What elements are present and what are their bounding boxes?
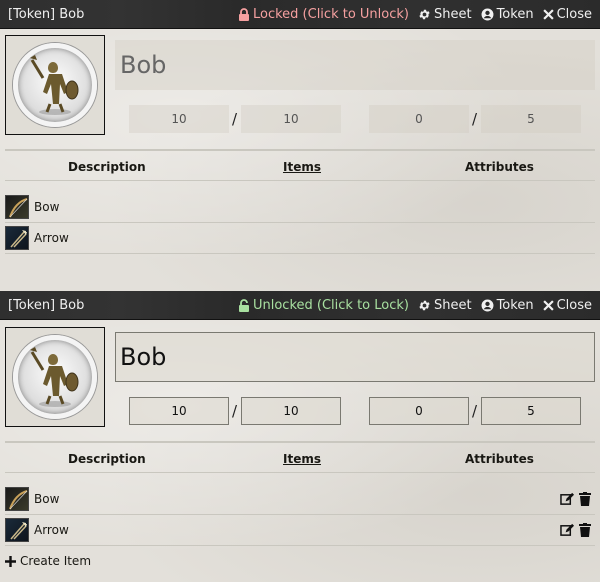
edit-icon[interactable]: [560, 492, 575, 506]
close-icon: [542, 8, 554, 20]
list-item[interactable]: Bow: [5, 192, 595, 223]
close-label: Close: [556, 6, 592, 22]
token-config-button[interactable]: Token: [481, 298, 534, 313]
close-button[interactable]: Close: [542, 6, 592, 22]
lock-icon: [238, 7, 250, 21]
gear-icon: [418, 299, 431, 312]
skeleton-figure-icon: [30, 55, 79, 115]
resource1-value-input[interactable]: 10: [129, 105, 229, 133]
resource2-value-input[interactable]: 0: [369, 105, 469, 133]
create-item-button[interactable]: Create Item: [5, 554, 91, 568]
actor-name-input[interactable]: Bob: [115, 332, 595, 382]
trash-icon[interactable]: [579, 492, 591, 506]
token-image: [13, 335, 97, 419]
window-title: [Token] Bob: [8, 6, 85, 22]
list-item[interactable]: Arrow: [5, 515, 595, 546]
tab-attributes[interactable]: Attributes: [465, 452, 534, 466]
bow-icon: [5, 195, 29, 219]
edit-icon[interactable]: [560, 523, 575, 537]
token-config-button[interactable]: Token: [481, 7, 534, 22]
tab-items[interactable]: Items: [283, 160, 321, 174]
gear-icon: [418, 8, 431, 21]
lock-toggle[interactable]: Unlocked (Click to Lock): [238, 298, 409, 313]
user-circle-icon: [481, 8, 494, 21]
token-image: [13, 43, 97, 127]
trash-icon[interactable]: [579, 523, 591, 537]
resource2-separator: /: [472, 402, 478, 420]
item-name[interactable]: Bow: [34, 492, 560, 506]
item-name[interactable]: Bow: [34, 200, 595, 214]
plus-icon: [5, 555, 16, 567]
window-header[interactable]: [Token] Bob Unlocked (Click to Lock) She…: [0, 291, 600, 320]
sheet-label: Sheet: [433, 297, 472, 313]
items-table-header: Description Items Attributes: [5, 151, 595, 181]
item-name[interactable]: Arrow: [34, 231, 595, 245]
resource2-value-input[interactable]: 0: [369, 397, 469, 425]
actor-portrait[interactable]: [5, 35, 105, 135]
lock-label: Unlocked (Click to Lock): [252, 297, 409, 313]
resource2-separator: /: [472, 110, 478, 128]
actor-name-input[interactable]: Bob: [115, 40, 595, 90]
item-controls: [560, 523, 591, 537]
resource1-separator: /: [232, 110, 238, 128]
item-controls: [560, 492, 591, 506]
lock-toggle[interactable]: Locked (Click to Unlock): [238, 7, 409, 22]
list-item[interactable]: Bow: [5, 484, 595, 515]
token-label: Token: [496, 6, 534, 22]
resource1-value-input[interactable]: 10: [129, 397, 229, 425]
user-circle-icon: [481, 299, 494, 312]
skeleton-figure-icon: [30, 347, 79, 407]
lock-label: Locked (Click to Unlock): [252, 6, 409, 22]
sheet-config-button[interactable]: Sheet: [418, 298, 472, 313]
close-icon: [542, 299, 554, 311]
list-item[interactable]: Arrow: [5, 223, 595, 254]
bow-icon: [5, 487, 29, 511]
close-button[interactable]: Close: [542, 297, 592, 313]
sheet-label: Sheet: [433, 6, 472, 22]
item-name[interactable]: Arrow: [34, 523, 560, 537]
tab-attributes[interactable]: Attributes: [465, 160, 534, 174]
resource1-separator: /: [232, 402, 238, 420]
window-header[interactable]: [Token] Bob Locked (Click to Unlock) She…: [0, 0, 600, 29]
window-title: [Token] Bob: [8, 297, 85, 313]
items-table-header: Description Items Attributes: [5, 443, 595, 473]
actor-name: Bob: [120, 343, 167, 371]
resource1-max-input[interactable]: 10: [241, 397, 341, 425]
resource2-max-input[interactable]: 5: [481, 105, 581, 133]
arrow-icon: [5, 226, 29, 250]
unlock-icon: [238, 298, 250, 312]
arrow-icon: [5, 518, 29, 542]
tab-items[interactable]: Items: [283, 452, 321, 466]
close-label: Close: [556, 297, 592, 313]
tab-description[interactable]: Description: [68, 160, 146, 174]
actor-name: Bob: [120, 51, 167, 79]
tab-description[interactable]: Description: [68, 452, 146, 466]
create-item-label: Create Item: [20, 554, 92, 568]
actor-sheet-locked: [Token] Bob Locked (Click to Unlock) She…: [0, 0, 600, 291]
resource2-max-input[interactable]: 5: [481, 397, 581, 425]
sheet-config-button[interactable]: Sheet: [418, 7, 472, 22]
token-label: Token: [496, 297, 534, 313]
actor-sheet-unlocked: [Token] Bob Unlocked (Click to Lock) She…: [0, 291, 600, 582]
resource1-max-input[interactable]: 10: [241, 105, 341, 133]
actor-portrait[interactable]: [5, 327, 105, 427]
